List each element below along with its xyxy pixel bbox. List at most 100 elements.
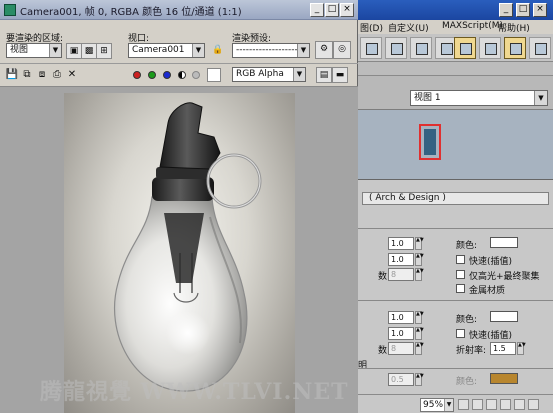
material-viewport-panel: 视图 1 ▼	[358, 76, 553, 110]
toolbar-icon-3[interactable]	[410, 37, 432, 59]
alpha-channel-icon[interactable]	[178, 71, 186, 79]
spinner-arrows-icon[interactable]: ▲▼	[415, 237, 424, 250]
chevron-down-icon[interactable]: ▼	[297, 44, 309, 57]
channel-display-select[interactable]: RGB Alpha ▼	[232, 67, 306, 82]
toolbar-icon-2[interactable]	[385, 37, 407, 59]
blue-channel-icon[interactable]	[163, 71, 171, 79]
channel-swatch[interactable]	[207, 68, 221, 82]
material-sample-slot[interactable]	[419, 124, 441, 160]
fast-interp-label-2: 快速(插值)	[469, 331, 513, 341]
max-minimize-icon[interactable]: _	[499, 3, 513, 17]
max-maximize-icon[interactable]: □	[516, 3, 530, 17]
render-setup-icon[interactable]: ⚙	[315, 41, 333, 59]
display-mode-icon[interactable]: ▬	[332, 67, 348, 83]
close-icon[interactable]: ×	[340, 3, 354, 17]
auto-region-icon[interactable]: ▩	[81, 43, 97, 59]
toolbar-icon-1[interactable]	[360, 37, 382, 59]
edit-region-icon[interactable]: ▣	[66, 43, 82, 59]
fast-interp-checkbox-2[interactable]	[456, 329, 465, 338]
toolbar-separator	[0, 63, 358, 64]
toggle-ui-icon[interactable]: ▤	[316, 67, 332, 83]
render-window-titlebar: Camera001, 帧 0, RGBA 颜色 16 位/通道 (1:1) _ …	[0, 0, 358, 20]
maximize-icon[interactable]: □	[325, 3, 339, 17]
highlights-fg-checkbox[interactable]	[456, 270, 465, 279]
watermark: 腾龍視覺 WWW.TLVI.NET	[40, 379, 349, 405]
color-swatch-gold[interactable]	[490, 373, 518, 384]
clear-icon[interactable]: ✕	[65, 68, 79, 82]
environment-icon[interactable]: ◎	[333, 41, 351, 59]
spinner-3-value[interactable]: 8	[388, 268, 414, 281]
green-channel-icon[interactable]	[148, 71, 156, 79]
chevron-down-icon[interactable]: ▼	[534, 91, 547, 105]
chevron-down-icon[interactable]: ▼	[444, 399, 453, 411]
lock-icon[interactable]: 🔒	[210, 43, 226, 59]
fast-interp-checkbox[interactable]	[456, 255, 465, 264]
chevron-down-icon[interactable]: ▼	[192, 44, 204, 57]
spinner-5-value[interactable]: 1.0	[388, 327, 414, 340]
zoom-select[interactable]: 95% ▼	[420, 398, 454, 412]
spinner-7-value[interactable]: 0.5	[388, 373, 414, 386]
zoom-value: 95%	[423, 400, 444, 410]
spinner-2-value[interactable]: 1.0	[388, 253, 414, 266]
spinner-arrows-icon[interactable]: ▲▼	[415, 327, 424, 340]
menu-item-customize[interactable]: 自定义(U)	[388, 21, 429, 34]
rendered-image	[64, 93, 295, 413]
nav-icon-4[interactable]	[500, 399, 511, 410]
spinner-arrows-icon[interactable]: ▲▼	[415, 268, 424, 281]
nav-icon-5[interactable]	[514, 399, 525, 410]
render-setup-icon[interactable]	[479, 37, 501, 59]
area-select[interactable]: 视图 ▼	[6, 43, 62, 58]
material-editor-icon[interactable]	[454, 37, 476, 59]
quick-render-icon[interactable]	[529, 37, 551, 59]
region-select-icon[interactable]: ⊞	[96, 43, 112, 59]
red-channel-icon[interactable]	[133, 71, 141, 79]
menu-item-help[interactable]: 帮助(H)	[498, 21, 530, 34]
spinner-1-value[interactable]: 1.0	[388, 237, 414, 250]
copy-icon[interactable]: ⧉	[20, 68, 34, 82]
side-label: 明	[358, 361, 368, 371]
grenade-lightbulb-illustration	[113, 102, 262, 392]
spinner-arrows-icon[interactable]: ▲▼	[415, 253, 424, 266]
viewport-selector[interactable]: 视图 1 ▼	[410, 90, 548, 106]
ior-label: 折射率:	[456, 346, 487, 356]
save-icon[interactable]: 💾	[5, 68, 19, 82]
nav-icon-3[interactable]	[486, 399, 497, 410]
color-label-3: 颜色:	[456, 377, 478, 387]
rollout-header[interactable]: ( Arch & Design )	[362, 192, 549, 205]
menu-item-graph[interactable]: 图(D)	[360, 21, 383, 34]
print-icon[interactable]: ⎙	[50, 68, 64, 82]
render-view-area: 腾龍視覺 WWW.TLVI.NET	[0, 86, 358, 413]
nav-icon-1[interactable]	[458, 399, 469, 410]
channel-display-value: RGB Alpha	[236, 69, 284, 79]
nav-icon-6[interactable]	[528, 399, 539, 410]
render-frame-icon[interactable]	[504, 37, 526, 59]
preset-select-value: --------------------	[236, 45, 301, 55]
spinner-arrows-icon[interactable]: ▲▼	[517, 342, 526, 355]
color-swatch-white[interactable]	[490, 237, 518, 248]
metal-material-checkbox[interactable]	[456, 284, 465, 293]
mono-channel-icon[interactable]	[192, 71, 200, 79]
color-label: 颜色:	[456, 241, 478, 251]
chevron-down-icon[interactable]: ▼	[293, 68, 305, 81]
group-divider	[358, 300, 553, 301]
chevron-down-icon[interactable]: ▼	[49, 44, 61, 57]
spinner-arrows-icon[interactable]: ▲▼	[415, 373, 424, 386]
max-close-icon[interactable]: ×	[533, 3, 547, 17]
clone-icon[interactable]: ⧈	[35, 68, 49, 82]
ior-value[interactable]: 1.5	[490, 342, 516, 355]
spinner-arrows-icon[interactable]: ▲▼	[415, 342, 424, 355]
preset-select[interactable]: -------------------- ▼	[232, 43, 310, 58]
render-window-title: Camera001, 帧 0, RGBA 颜色 16 位/通道 (1:1)	[20, 7, 242, 18]
nav-icon-2[interactable]	[472, 399, 483, 410]
metal-material-label: 金属材质	[469, 286, 506, 296]
color-swatch-white-2[interactable]	[490, 311, 518, 322]
menu-item-maxscript[interactable]: MAXScript(M)	[442, 21, 503, 31]
viewport-select[interactable]: Camera001 ▼	[128, 43, 205, 58]
viewport-select-value: Camera001	[132, 45, 185, 55]
spinner-4-value[interactable]: 1.0	[388, 311, 414, 324]
group-divider	[358, 368, 553, 369]
spinner-arrows-icon[interactable]: ▲▼	[415, 311, 424, 324]
material-params-panel: ( Arch & Design ) 1.0 ▲▼ 颜色: 1.0 ▲▼ 快速(插…	[358, 180, 553, 413]
spinner-6-value[interactable]: 8	[388, 342, 414, 355]
minimize-icon[interactable]: _	[310, 3, 324, 17]
